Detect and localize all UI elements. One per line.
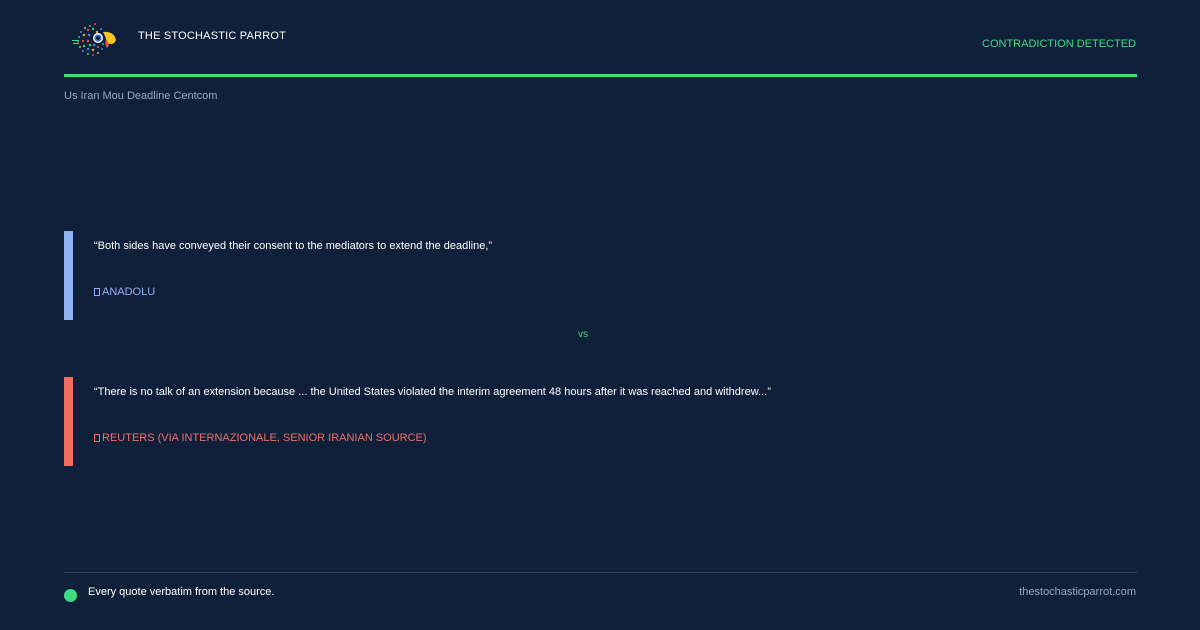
quote-source-label: REUTERS (VIA INTERNAZIONALE, SENIOR IRAN… [102, 432, 427, 444]
quote-text: “There is no talk of an extension becaus… [94, 386, 771, 398]
quote-source-label: ANADOLU [102, 286, 156, 298]
quote-text: “Both sides have conveyed their consent … [94, 240, 493, 252]
brand-name: THE STOCHASTIC PARROT [138, 30, 287, 42]
quote-accent-bar [64, 377, 73, 466]
footer-divider [64, 572, 1137, 573]
status-badge: CONTRADICTION DETECTED [982, 38, 1136, 50]
footer-site-link[interactable]: thestochasticparrot.com [1019, 586, 1136, 598]
vs-label: vs [578, 329, 588, 340]
story-slug: Us Iran Mou Deadline Centcom [64, 90, 218, 102]
header-divider [64, 74, 1137, 77]
status-dot-icon [64, 589, 77, 602]
quote-card: “Both sides have conveyed their consent … [64, 231, 1137, 320]
quote-source: REUTERS (VIA INTERNAZIONALE, SENIOR IRAN… [94, 432, 427, 444]
parrot-logo-icon [72, 23, 116, 56]
source-icon [94, 288, 100, 296]
source-icon [94, 434, 100, 442]
quote-card: “There is no talk of an extension becaus… [64, 377, 1137, 466]
quote-source: ANADOLU [94, 286, 155, 298]
quote-accent-bar [64, 231, 73, 320]
footer-note: Every quote verbatim from the source. [88, 586, 275, 598]
